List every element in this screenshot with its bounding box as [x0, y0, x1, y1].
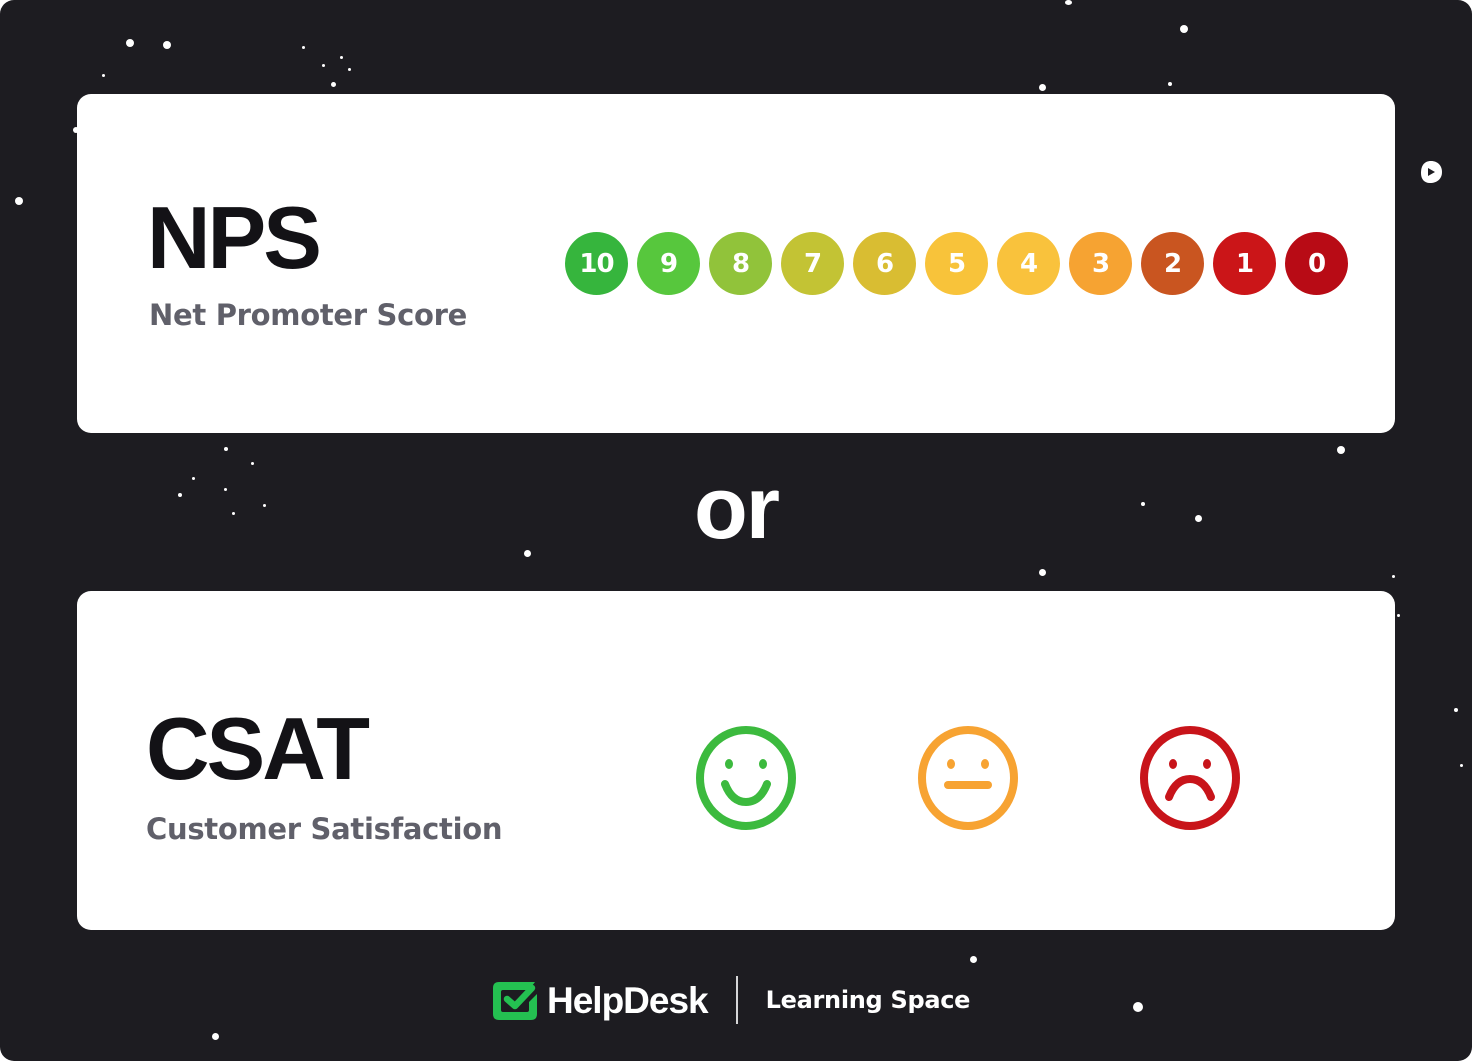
csat-subtitle: Customer Satisfaction [146, 812, 503, 846]
star-dot [302, 46, 305, 49]
star-dot [126, 39, 134, 47]
csat-rating-faces [694, 726, 1244, 830]
brand-name: HelpDesk [547, 979, 709, 1021]
nps-score-8[interactable]: 8 [709, 232, 772, 295]
star-dot [1180, 25, 1188, 33]
star-dot [1392, 575, 1395, 578]
csat-card: CSAT Customer Satisfaction [77, 591, 1395, 930]
star-dot [1039, 569, 1046, 576]
footer-divider [735, 976, 738, 1024]
nps-score-0[interactable]: 0 [1285, 232, 1348, 295]
star-dot [1397, 614, 1400, 617]
star-dot [322, 64, 325, 67]
star-dot [340, 56, 343, 59]
nps-score-1[interactable]: 1 [1213, 232, 1276, 295]
star-dot [970, 956, 977, 963]
play-badge-icon [1421, 161, 1442, 183]
nps-rating-scale: 10 9 8 7 6 5 4 3 2 1 0 [565, 232, 1348, 295]
or-separator: or [694, 458, 780, 557]
footer-brand: HelpDesk Learning Space [491, 975, 970, 1025]
nps-title: NPS [147, 188, 322, 287]
sad-face-icon[interactable] [1138, 726, 1242, 830]
star-dot [1460, 764, 1463, 767]
nps-score-7[interactable]: 7 [781, 232, 844, 295]
star-dot [331, 82, 336, 87]
star-dot [1065, 0, 1072, 5]
star-dot [1454, 708, 1458, 712]
star-dot [102, 74, 105, 77]
nps-score-2[interactable]: 2 [1141, 232, 1204, 295]
star-dot [1133, 1002, 1143, 1012]
nps-score-9[interactable]: 9 [637, 232, 700, 295]
star-dot [1168, 82, 1172, 86]
nps-subtitle: Net Promoter Score [149, 298, 468, 332]
star-dot [1039, 84, 1046, 91]
star-dot [212, 1033, 219, 1040]
csat-title: CSAT [146, 699, 370, 798]
star-dot [15, 197, 23, 205]
background-frame: NPS Net Promoter Score 10 9 8 7 6 5 4 3 2 1 0 or C… [0, 0, 1472, 1061]
nps-card: NPS Net Promoter Score 10 9 8 7 6 5 4 3 2 1 0 [77, 94, 1395, 433]
star-dot [348, 68, 351, 71]
happy-face-icon[interactable] [694, 726, 798, 830]
nps-score-6[interactable]: 6 [853, 232, 916, 295]
star-dot [224, 447, 228, 451]
nps-score-4[interactable]: 4 [997, 232, 1060, 295]
neutral-face-icon[interactable] [916, 726, 1020, 830]
footer-tagline: Learning Space [765, 986, 971, 1014]
nps-score-5[interactable]: 5 [925, 232, 988, 295]
star-dot [1337, 446, 1345, 454]
nps-score-10[interactable]: 10 [565, 232, 628, 295]
star-dot [163, 41, 171, 49]
checkbox-check-icon [493, 982, 537, 1020]
nps-score-3[interactable]: 3 [1069, 232, 1132, 295]
